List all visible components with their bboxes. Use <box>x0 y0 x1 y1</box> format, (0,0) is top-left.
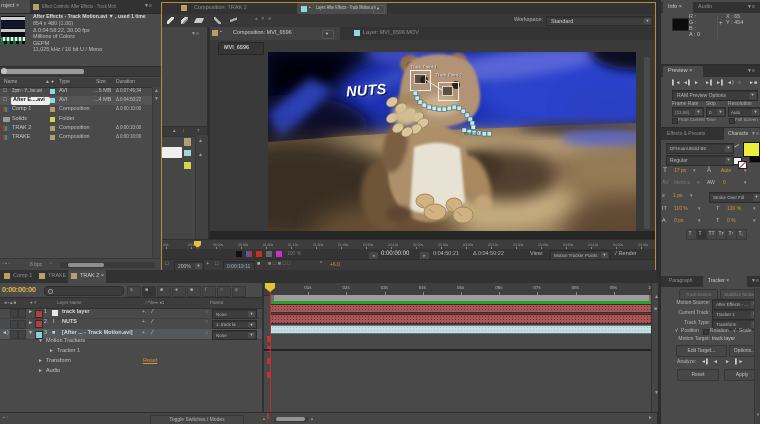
svg-text:Track Point 1: Track Point 1 <box>411 65 438 70</box>
svg-text:0:00:02:12: 0:00:02:12 <box>464 132 482 136</box>
svg-text:NUTS: NUTS <box>346 82 387 101</box>
svg-text:Track Point 2: Track Point 2 <box>436 73 463 78</box>
